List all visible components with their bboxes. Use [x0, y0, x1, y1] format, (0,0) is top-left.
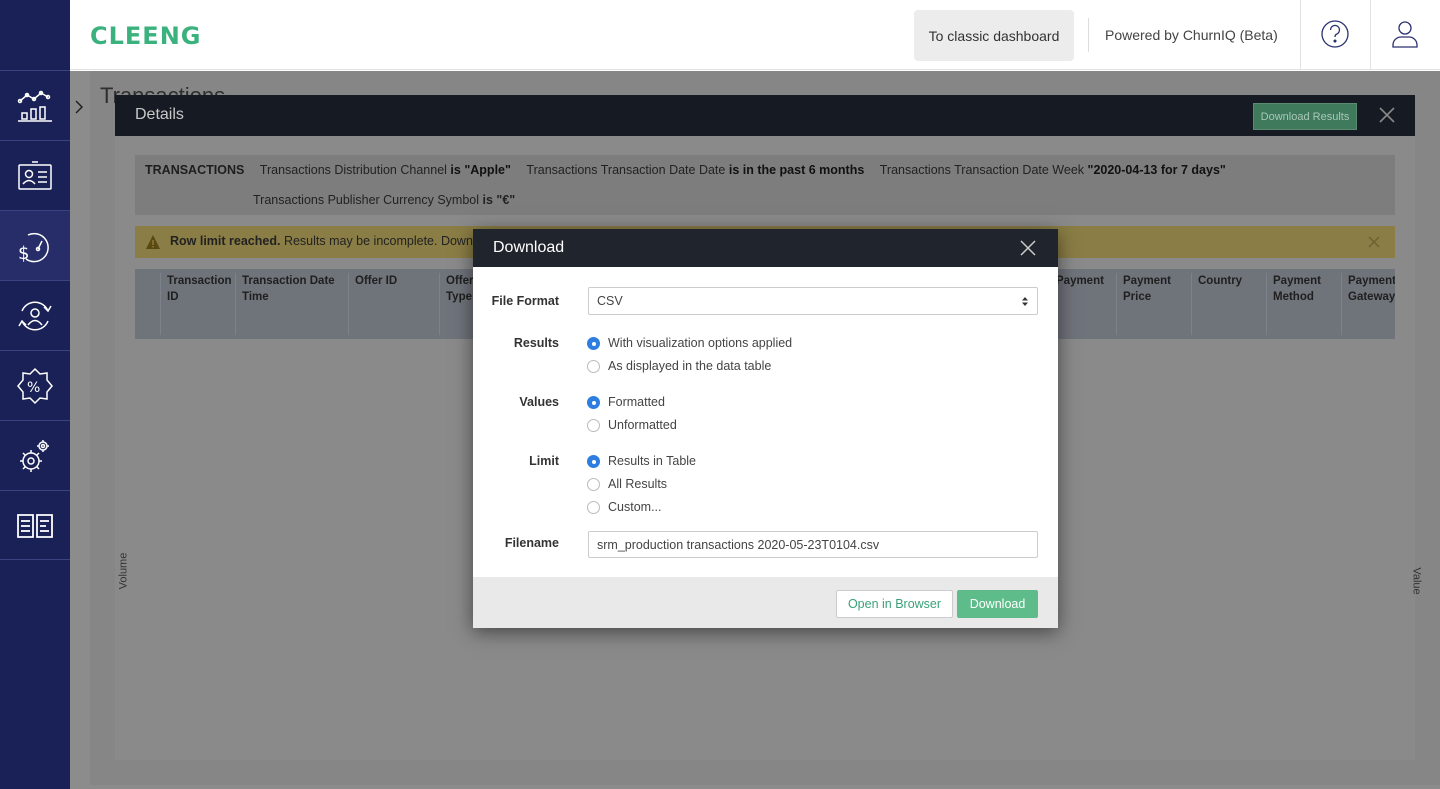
churn-user-icon: [18, 301, 52, 330]
radio-label: With visualization options applied: [608, 336, 793, 350]
help-icon[interactable]: [1318, 17, 1352, 51]
column-header[interactable]: Payment Price: [1116, 273, 1188, 335]
values-label: Values: [519, 395, 559, 409]
sidebar-item-customers[interactable]: [0, 140, 70, 210]
radio-label: Custom...: [608, 500, 662, 514]
filename-label: Filename: [504, 536, 559, 550]
cleeng-logo[interactable]: CLEENG: [90, 22, 201, 50]
details-title: Details: [135, 106, 184, 123]
header-divider: [1370, 0, 1371, 70]
radio-button[interactable]: [587, 477, 600, 491]
close-icon[interactable]: [1377, 105, 1397, 125]
column-header[interactable]: Transaction ID: [160, 273, 232, 335]
radio-label: As displayed in the data table: [608, 359, 772, 373]
warning-text: Row limit reached. Results may be incomp…: [170, 234, 473, 248]
select-arrows-icon: [1022, 297, 1028, 306]
filter-item: Transactions Publisher Currency Symbol i…: [253, 193, 516, 207]
radio-button[interactable]: [587, 418, 600, 432]
radio-values-unformatted[interactable]: Unformatted: [587, 416, 677, 434]
radio-results-data-table[interactable]: As displayed in the data table: [587, 357, 771, 375]
left-sidebar: $ %: [0, 0, 70, 789]
svg-text:$: $: [18, 243, 29, 264]
user-profile-icon[interactable]: [1388, 17, 1422, 51]
powered-by-text: Powered by ChurnIQ (Beta): [1088, 18, 1278, 52]
radio-button-checked[interactable]: [587, 454, 600, 468]
radio-limit-table[interactable]: Results in Table: [587, 452, 696, 470]
column-header[interactable]: Payment Method: [1266, 273, 1338, 335]
column-header[interactable]: Transaction Date Time: [235, 273, 345, 335]
radio-label: Unformatted: [608, 418, 677, 432]
revenue-gauge-icon: $: [18, 232, 49, 264]
sidebar-item-revenue[interactable]: $: [0, 210, 70, 280]
column-header[interactable]: Payment Gateway: [1341, 273, 1395, 335]
column-header[interactable]: Offer Type: [439, 273, 475, 335]
download-button[interactable]: Download: [957, 590, 1038, 618]
settings-gears-icon: [20, 439, 49, 472]
radio-button-checked[interactable]: [587, 395, 600, 409]
classic-dashboard-button[interactable]: To classic dashboard: [914, 10, 1074, 61]
filter-item: Transactions Transaction Date Date is in…: [526, 163, 865, 177]
file-format-value: CSV: [597, 294, 623, 308]
radio-label: All Results: [608, 477, 668, 491]
documentation-book-icon: [17, 514, 53, 538]
filter-item: Transactions Distribution Channel is "Ap…: [259, 163, 511, 177]
radio-button[interactable]: [587, 500, 600, 514]
y-axis-label-left: Volume: [117, 552, 130, 590]
sidebar-item-offers[interactable]: %: [0, 350, 70, 420]
filename-input[interactable]: srm_production transactions 2020-05-23T0…: [588, 531, 1038, 558]
results-label: Results: [513, 336, 559, 350]
customer-card-icon: [18, 160, 52, 190]
radio-label: Results in Table: [608, 454, 697, 468]
open-in-browser-button[interactable]: Open in Browser: [836, 590, 953, 618]
column-header[interactable]: Offer ID: [348, 273, 436, 335]
download-dialog: Download File Format CSV Results With vi…: [473, 229, 1058, 628]
dialog-header: Download: [473, 229, 1058, 267]
radio-button-checked[interactable]: [587, 336, 600, 350]
column-header[interactable]: Payment: [1052, 273, 1114, 335]
column-header[interactable]: Country: [1191, 273, 1263, 335]
radio-results-visualization[interactable]: With visualization options applied: [587, 334, 792, 352]
header-divider: [1300, 0, 1301, 70]
close-icon[interactable]: [1019, 239, 1037, 257]
dialog-footer: Open in Browser Download: [473, 577, 1058, 628]
sidebar-item-docs[interactable]: [0, 490, 70, 560]
limit-label: Limit: [529, 454, 559, 468]
close-icon[interactable]: [1367, 235, 1381, 249]
filter-label: TRANSACTIONS: [145, 163, 245, 177]
sidebar-item-churn[interactable]: [0, 280, 70, 350]
radio-button[interactable]: [587, 359, 600, 373]
sidebar-item-analytics[interactable]: [0, 70, 70, 140]
radio-limit-custom[interactable]: Custom...: [587, 498, 662, 516]
download-results-button[interactable]: Download Results: [1253, 103, 1357, 130]
discount-badge-icon: %: [17, 367, 53, 404]
top-header: CLEENG To classic dashboard Powered by C…: [70, 0, 1440, 70]
filter-summary: TRANSACTIONS Transactions Distribution C…: [135, 155, 1395, 215]
file-format-select[interactable]: CSV: [588, 287, 1038, 315]
file-format-label: File Format: [491, 294, 559, 308]
sidebar-item-settings[interactable]: [0, 420, 70, 490]
analytics-chart-icon: [17, 90, 52, 122]
svg-text:%: %: [27, 380, 40, 396]
details-header: Details Download Results: [115, 95, 1415, 136]
y-axis-label-right: Value: [1410, 567, 1423, 595]
radio-label: Formatted: [608, 395, 665, 409]
radio-values-formatted[interactable]: Formatted: [587, 393, 665, 411]
filter-item: Transactions Transaction Date Week "2020…: [879, 163, 1226, 177]
radio-limit-all[interactable]: All Results: [587, 475, 667, 493]
dialog-title: Download: [493, 239, 565, 256]
warning-icon: [146, 235, 160, 249]
